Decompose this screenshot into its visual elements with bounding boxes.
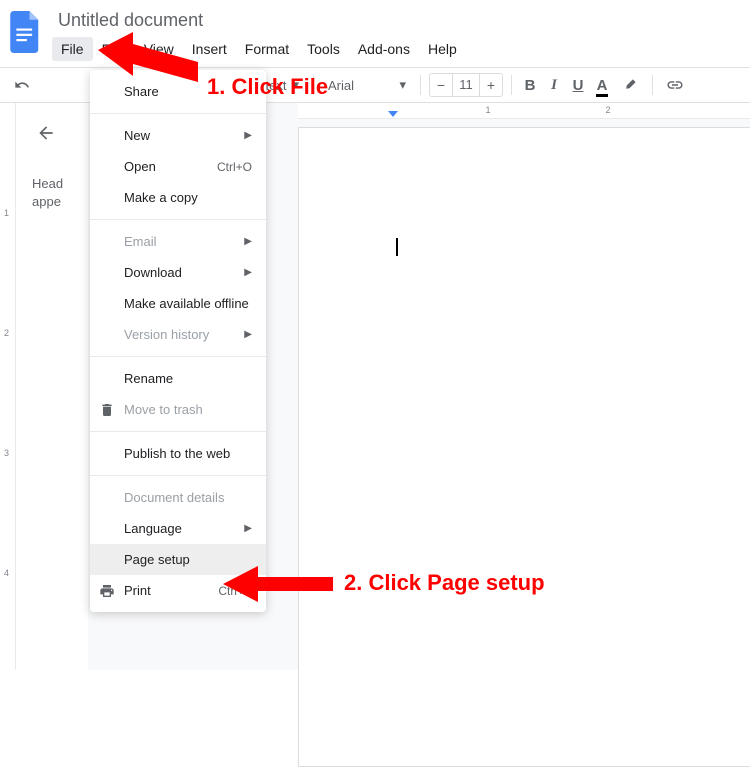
insert-link-button[interactable] <box>661 71 689 99</box>
menu-item-move-trash[interactable]: Move to trash <box>90 394 266 425</box>
submenu-arrow-icon: ▶ <box>244 267 252 278</box>
menu-file[interactable]: File <box>52 37 93 61</box>
submenu-arrow-icon: ▶ <box>244 236 252 247</box>
menu-item-offline[interactable]: Make available offline <box>90 288 266 319</box>
menu-item-language[interactable]: Language▶ <box>90 513 266 544</box>
menu-item-share[interactable]: Share <box>90 76 266 107</box>
trash-icon <box>98 401 116 419</box>
menu-item-make-copy[interactable]: Make a copy <box>90 182 266 213</box>
menu-insert[interactable]: Insert <box>183 37 236 61</box>
file-menu-dropdown: Share New▶ OpenCtrl+O Make a copy Email▶… <box>90 70 266 612</box>
menu-item-open[interactable]: OpenCtrl+O <box>90 151 266 182</box>
menu-format[interactable]: Format <box>236 37 298 61</box>
font-dropdown[interactable]: Arial▾ <box>322 77 412 93</box>
menu-item-version-history[interactable]: Version history▶ <box>90 319 266 350</box>
print-icon <box>98 582 116 600</box>
menu-bar: File Edit View Insert Format Tools Add-o… <box>52 37 466 61</box>
text-color-button[interactable]: A <box>592 71 612 99</box>
underline-button[interactable]: U <box>568 71 588 99</box>
menu-item-new[interactable]: New▶ <box>90 120 266 151</box>
highlight-button[interactable] <box>616 71 644 99</box>
docs-logo[interactable] <box>8 8 44 56</box>
submenu-arrow-icon: ▶ <box>244 329 252 340</box>
submenu-arrow-icon: ▶ <box>244 130 252 141</box>
menu-item-doc-details[interactable]: Document details <box>90 482 266 513</box>
submenu-arrow-icon: ▶ <box>244 523 252 534</box>
menu-item-email[interactable]: Email▶ <box>90 226 266 257</box>
menu-item-page-setup[interactable]: Page setup <box>90 544 266 575</box>
menu-item-print[interactable]: PrintCtrl+P <box>90 575 266 606</box>
menu-addons[interactable]: Add-ons <box>349 37 419 61</box>
bold-button[interactable]: B <box>520 71 540 99</box>
text-cursor <box>396 238 398 256</box>
undo-button[interactable] <box>8 71 36 99</box>
font-size-group: − 11 + <box>429 73 503 97</box>
indent-marker[interactable] <box>388 111 398 117</box>
italic-button[interactable]: I <box>544 71 564 99</box>
menu-tools[interactable]: Tools <box>298 37 349 61</box>
menu-help[interactable]: Help <box>419 37 466 61</box>
menu-edit[interactable]: Edit <box>93 37 135 61</box>
font-size-decrease[interactable]: − <box>430 74 452 96</box>
menu-item-rename[interactable]: Rename <box>90 363 266 394</box>
vertical-ruler: 1 2 3 4 <box>0 103 16 670</box>
document-title[interactable]: Untitled document <box>52 8 466 33</box>
font-size-value[interactable]: 11 <box>452 74 480 96</box>
menu-item-download[interactable]: Download▶ <box>90 257 266 288</box>
menu-item-publish[interactable]: Publish to the web <box>90 438 266 469</box>
outline-back-button[interactable] <box>32 119 60 147</box>
menu-view[interactable]: View <box>135 37 183 61</box>
document-page[interactable] <box>298 127 750 767</box>
horizontal-ruler: 1 2 <box>298 103 750 119</box>
font-size-increase[interactable]: + <box>480 74 502 96</box>
outline-hint: Head appe <box>32 175 80 211</box>
outline-panel: Head appe <box>16 103 88 670</box>
